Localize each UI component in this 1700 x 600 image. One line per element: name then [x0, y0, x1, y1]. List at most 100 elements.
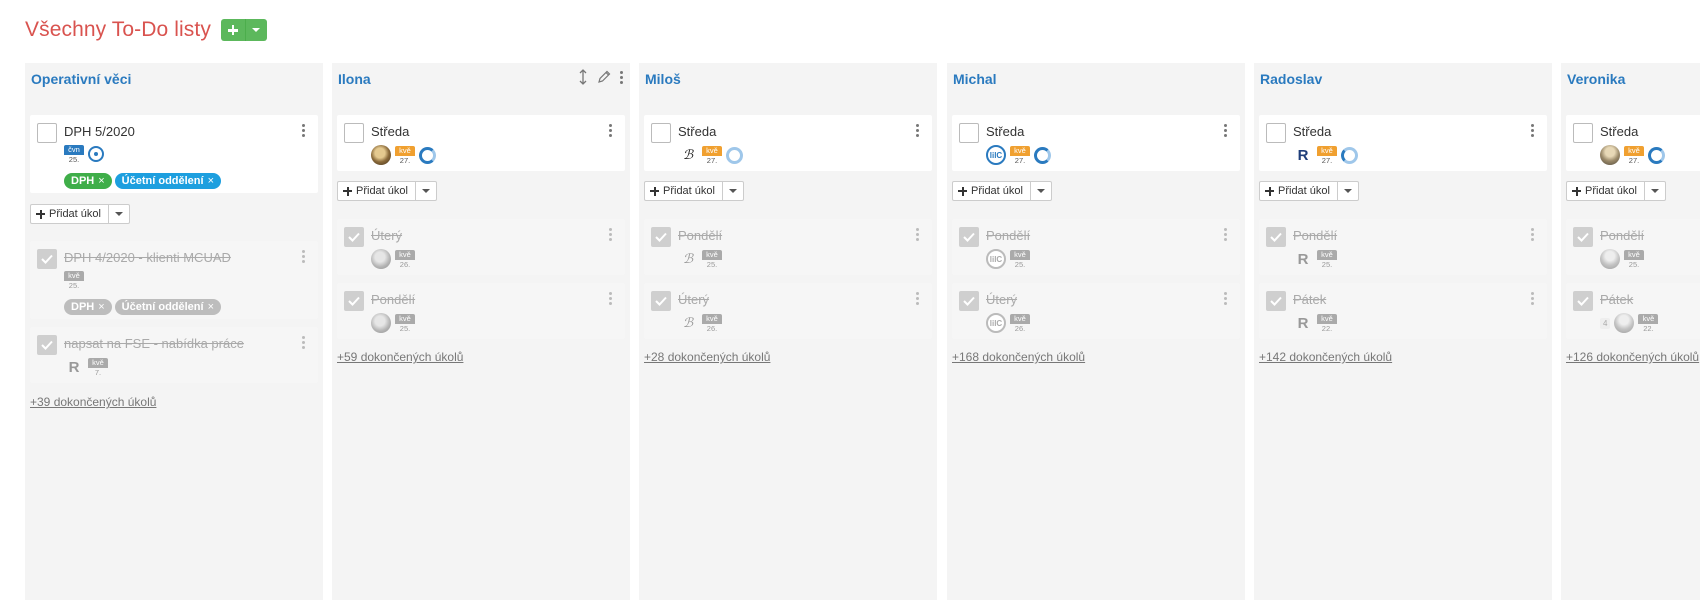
list-title[interactable]: Operativní věci [31, 71, 131, 87]
task-title[interactable]: DPH 5/2020 [64, 124, 135, 139]
task-card[interactable]: Středa R kvě 27. [1259, 115, 1547, 171]
completed-tasks-link[interactable]: +126 dokončených úkolů [1566, 350, 1699, 364]
add-task-split-button[interactable]: Přidat úkol [952, 181, 1052, 201]
task-menu-icon[interactable] [1224, 124, 1228, 137]
task-checkbox-checked[interactable] [37, 335, 57, 355]
completed-tasks-link[interactable]: +168 dokončených úkolů [952, 350, 1085, 364]
task-card-done[interactable]: Pondělí ℬ kvě 25. [644, 219, 932, 275]
task-card[interactable]: Středa kvě 27. [1566, 115, 1700, 171]
task-title[interactable]: Pátek [1293, 292, 1326, 307]
task-menu-icon[interactable] [609, 124, 613, 137]
task-menu-icon[interactable] [1531, 228, 1535, 241]
add-task-dropdown[interactable] [723, 182, 743, 200]
remove-tag-icon[interactable]: × [208, 175, 214, 187]
task-title[interactable]: Středa [1600, 124, 1638, 139]
tag-dph[interactable]: DPH × [64, 299, 112, 315]
task-card-done[interactable]: Pondělí kvě 25. [1566, 219, 1700, 275]
task-checkbox-checked[interactable] [1266, 291, 1286, 311]
task-title[interactable]: Středa [986, 124, 1024, 139]
task-card[interactable]: DPH 5/2020 čvn 25. DPH × Účetní oddělení × [30, 115, 318, 193]
add-task-dropdown[interactable] [109, 205, 129, 223]
remove-tag-icon[interactable]: × [208, 301, 214, 313]
task-title[interactable]: Pondělí [986, 228, 1030, 243]
task-checkbox-checked[interactable] [651, 227, 671, 247]
task-card-done[interactable]: napsat na FSE - nabídka práce R kvě 7. [30, 327, 318, 383]
task-title[interactable]: Pátek [1600, 292, 1633, 307]
task-menu-icon[interactable] [1531, 292, 1535, 305]
tag-ucetni-oddeleni[interactable]: Účetní oddělení × [114, 173, 222, 189]
task-checkbox-checked[interactable] [959, 227, 979, 247]
add-task-dropdown[interactable] [1031, 182, 1051, 200]
list-title[interactable]: Michal [953, 71, 997, 87]
task-menu-icon[interactable] [1531, 124, 1535, 137]
new-list-dropdown-button[interactable] [244, 19, 267, 41]
list-title[interactable]: Ilona [338, 71, 371, 87]
task-card-done[interactable]: Pondělí kvě 25. [337, 283, 625, 339]
task-menu-icon[interactable] [1224, 228, 1228, 241]
add-task-button[interactable]: Přidat úkol [1567, 182, 1645, 200]
task-card[interactable]: Středa kvě 27. [337, 115, 625, 171]
task-menu-icon[interactable] [916, 228, 920, 241]
add-task-split-button[interactable]: Přidat úkol [644, 181, 744, 201]
task-checkbox-checked[interactable] [1266, 227, 1286, 247]
completed-tasks-link[interactable]: +39 dokončených úkolů [30, 395, 156, 409]
task-card-done[interactable]: DPH 4/2020 - klienti MCUAD kvě 25. DPH × … [30, 241, 318, 319]
remove-tag-icon[interactable]: × [98, 301, 104, 313]
task-card-done[interactable]: Úterý ℬ kvě 26. [644, 283, 932, 339]
completed-tasks-link[interactable]: +142 dokončených úkolů [1259, 350, 1392, 364]
task-title[interactable]: Úterý [371, 228, 402, 243]
task-menu-icon[interactable] [302, 336, 306, 349]
task-card-done[interactable]: Úterý lilC kvě 26. [952, 283, 1240, 339]
tag-dph[interactable]: DPH × [64, 173, 112, 189]
list-title[interactable]: Veronika [1567, 71, 1625, 87]
add-task-button[interactable]: Přidat úkol [31, 205, 109, 223]
add-task-split-button[interactable]: Přidat úkol [1566, 181, 1666, 201]
task-checkbox-checked[interactable] [1573, 227, 1593, 247]
task-title[interactable]: Středa [678, 124, 716, 139]
list-title[interactable]: Miloš [645, 71, 681, 87]
task-checkbox-checked[interactable] [344, 291, 364, 311]
completed-tasks-link[interactable]: +28 dokončených úkolů [644, 350, 770, 364]
task-checkbox[interactable] [1266, 123, 1286, 143]
task-title[interactable]: Středa [371, 124, 409, 139]
add-task-button[interactable]: Přidat úkol [645, 182, 723, 200]
task-menu-icon[interactable] [1224, 292, 1228, 305]
add-task-split-button[interactable]: Přidat úkol [337, 181, 437, 201]
add-task-button[interactable]: Přidat úkol [953, 182, 1031, 200]
task-menu-icon[interactable] [609, 292, 613, 305]
pencil-icon[interactable] [597, 70, 611, 84]
task-title[interactable]: Pondělí [1600, 228, 1644, 243]
task-card-done[interactable]: Pondělí R kvě 25. [1259, 219, 1547, 275]
task-checkbox[interactable] [1573, 123, 1593, 143]
task-card-done[interactable]: Pondělí lilC kvě 25. [952, 219, 1240, 275]
task-title[interactable]: Středa [1293, 124, 1331, 139]
task-title[interactable]: DPH 4/2020 - klienti MCUAD [64, 250, 231, 265]
task-checkbox-checked[interactable] [651, 291, 671, 311]
add-task-split-button[interactable]: Přidat úkol [1259, 181, 1359, 201]
task-title[interactable]: Úterý [678, 292, 709, 307]
task-title[interactable]: Pondělí [371, 292, 415, 307]
reorder-icon[interactable] [578, 69, 588, 85]
task-card[interactable]: Středa ℬ kvě 27. [644, 115, 932, 171]
new-list-split-button[interactable] [220, 19, 267, 41]
task-menu-icon[interactable] [916, 124, 920, 137]
new-list-button[interactable] [220, 19, 245, 41]
task-card-done[interactable]: Úterý kvě 26. [337, 219, 625, 275]
list-menu-icon[interactable] [620, 70, 624, 84]
task-menu-icon[interactable] [302, 124, 306, 137]
task-title[interactable]: Pondělí [1293, 228, 1337, 243]
task-title[interactable]: napsat na FSE - nabídka práce [64, 336, 244, 351]
list-title[interactable]: Radoslav [1260, 71, 1322, 87]
task-card-done[interactable]: Pátek R kvě 22. [1259, 283, 1547, 339]
add-task-split-button[interactable]: Přidat úkol [30, 204, 130, 224]
task-checkbox[interactable] [37, 123, 57, 143]
task-checkbox-checked[interactable] [959, 291, 979, 311]
task-card-done[interactable]: Pátek 4 kvě 22. [1566, 283, 1700, 339]
task-menu-icon[interactable] [916, 292, 920, 305]
add-task-button[interactable]: Přidat úkol [338, 182, 416, 200]
task-title[interactable]: Úterý [986, 292, 1017, 307]
task-checkbox[interactable] [651, 123, 671, 143]
task-checkbox-checked[interactable] [37, 249, 57, 269]
task-checkbox[interactable] [344, 123, 364, 143]
task-checkbox[interactable] [959, 123, 979, 143]
